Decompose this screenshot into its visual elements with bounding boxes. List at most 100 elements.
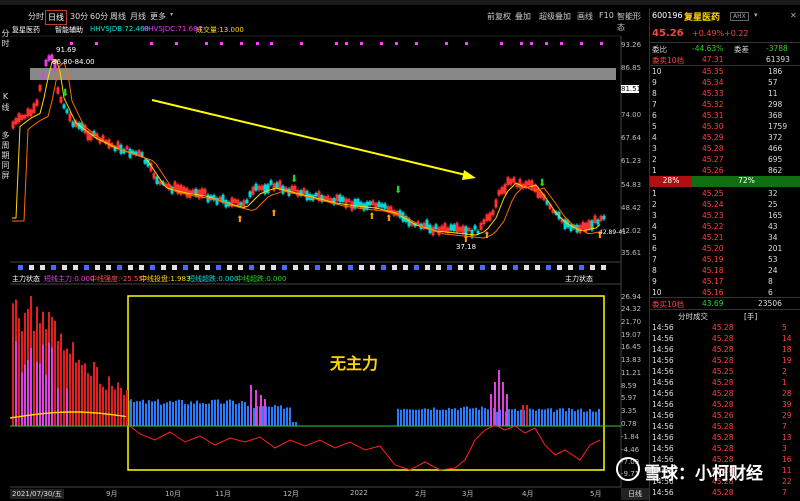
lower-indicator-legend: 主力状态 短线主力:0.000 中线强度:-25.557 中线投盘:1.983 … — [10, 274, 621, 284]
event-icon — [304, 265, 309, 270]
red-bar — [18, 318, 20, 426]
lower-tick: 26.94 — [621, 293, 642, 301]
bid-row: 9 45.17 8 — [652, 277, 773, 286]
trade-row: 14:56 45.28 5 — [652, 323, 787, 332]
blue-bar — [175, 400, 177, 426]
current-price: 45.26 — [652, 28, 684, 39]
chevron-down-icon[interactable]: ▾ — [754, 11, 758, 19]
ask-row: 6 45.31 368 — [652, 111, 783, 120]
bid-row: 8 45.18 24 — [652, 266, 778, 275]
blue-bar — [232, 400, 234, 426]
red-bar — [123, 394, 125, 426]
stock-name[interactable]: 复星医药 — [684, 10, 720, 23]
blue-bar — [409, 409, 411, 426]
buy-signal-icon: ⬆ — [483, 231, 491, 241]
blue-bar — [202, 403, 204, 426]
price-tick: 54.83 — [621, 181, 642, 189]
close-icon[interactable]: ✕ — [790, 11, 797, 20]
signal-dot — [600, 42, 603, 45]
event-icon — [282, 265, 287, 270]
magenta-bar — [498, 370, 500, 426]
ask-row: 9 45.34 57 — [652, 78, 778, 87]
lower-indicator-name[interactable]: 主力状态 — [12, 274, 40, 284]
blue-bar — [166, 402, 168, 426]
red-bar — [75, 362, 77, 426]
trades-header: 分时成交 [手] — [678, 312, 758, 321]
blue-bar — [547, 408, 549, 426]
buy-signal-icon: ⬆ — [270, 209, 278, 219]
blue-bar — [178, 399, 180, 426]
candle-body — [365, 201, 369, 210]
stock-tag: AHX — [730, 12, 749, 21]
price-highlight: 81.51 — [621, 85, 642, 93]
signal-dot — [415, 42, 418, 45]
magenta-bar — [502, 382, 504, 426]
trade-row: 14:56 45.28 39 — [652, 400, 792, 409]
signal-dot — [300, 42, 303, 45]
candle-body — [503, 184, 507, 194]
blue-bar — [274, 405, 276, 426]
candle-body — [269, 180, 273, 185]
blue-bar — [595, 411, 597, 426]
blue-bar — [553, 411, 555, 426]
annotation-box — [127, 295, 605, 471]
price-tick: 42.02 — [621, 227, 642, 235]
magenta-bar — [494, 382, 496, 426]
event-icon — [18, 265, 23, 270]
blue-bar — [487, 409, 489, 426]
blue-bar — [211, 399, 213, 426]
blue-bar — [469, 408, 471, 426]
event-icon — [326, 265, 331, 270]
magenta-bar — [506, 394, 508, 426]
event-icon — [436, 265, 441, 270]
blue-bar — [148, 400, 150, 426]
lower-tick: 19.07 — [621, 331, 642, 339]
blue-bar — [190, 401, 192, 426]
red-bar — [102, 386, 104, 426]
candlestick-series — [11, 53, 606, 240]
candle-body — [356, 198, 360, 207]
blue-bar — [427, 408, 429, 426]
high-annotation: 91.69 — [56, 46, 76, 54]
magenta-bar — [45, 374, 47, 426]
lower-tick: 0.78 — [621, 420, 637, 428]
trend-arrow-head — [462, 170, 476, 180]
buy-sell-ratio-bar: 28% 72% — [650, 176, 800, 187]
blue-bar — [421, 409, 423, 426]
signal-dot — [395, 42, 398, 45]
ask-row: 7 45.32 298 — [652, 100, 783, 109]
blue-bar — [448, 407, 450, 426]
blue-bar — [430, 409, 432, 426]
blue-bar — [400, 409, 402, 426]
lower-indicator-name-right: 主力状态 — [565, 275, 593, 283]
blue-bar — [472, 408, 474, 426]
blue-bar — [568, 408, 570, 426]
red-bar — [108, 376, 110, 426]
stock-code: 600196 — [652, 11, 683, 20]
lower-tick: 11.21 — [621, 369, 642, 377]
trade-row: 14:56 45.28 19 — [652, 356, 792, 365]
event-icon — [227, 265, 232, 270]
candle-body — [11, 121, 15, 129]
blue-bar — [439, 409, 441, 426]
blue-bar — [184, 404, 186, 426]
blue-bar — [172, 401, 174, 426]
blue-bar — [214, 399, 216, 426]
trade-row: 14:56 45.28 18 — [652, 345, 792, 354]
blue-bar — [244, 402, 246, 426]
event-icon — [568, 265, 573, 270]
date-cursor-label: 2021/07/30/五 — [10, 489, 64, 499]
candle-body — [596, 219, 600, 225]
signal-dot — [545, 42, 548, 45]
candle-body — [71, 121, 75, 127]
blue-bar — [580, 408, 582, 426]
event-icon — [51, 265, 56, 270]
event-icon — [106, 265, 111, 270]
blue-bar — [508, 409, 510, 426]
blue-bar — [598, 408, 600, 426]
candle-body — [494, 199, 498, 208]
blue-bar — [454, 408, 456, 426]
magenta-bar — [66, 388, 68, 426]
event-icon — [359, 265, 364, 270]
magenta-bar — [490, 394, 492, 426]
